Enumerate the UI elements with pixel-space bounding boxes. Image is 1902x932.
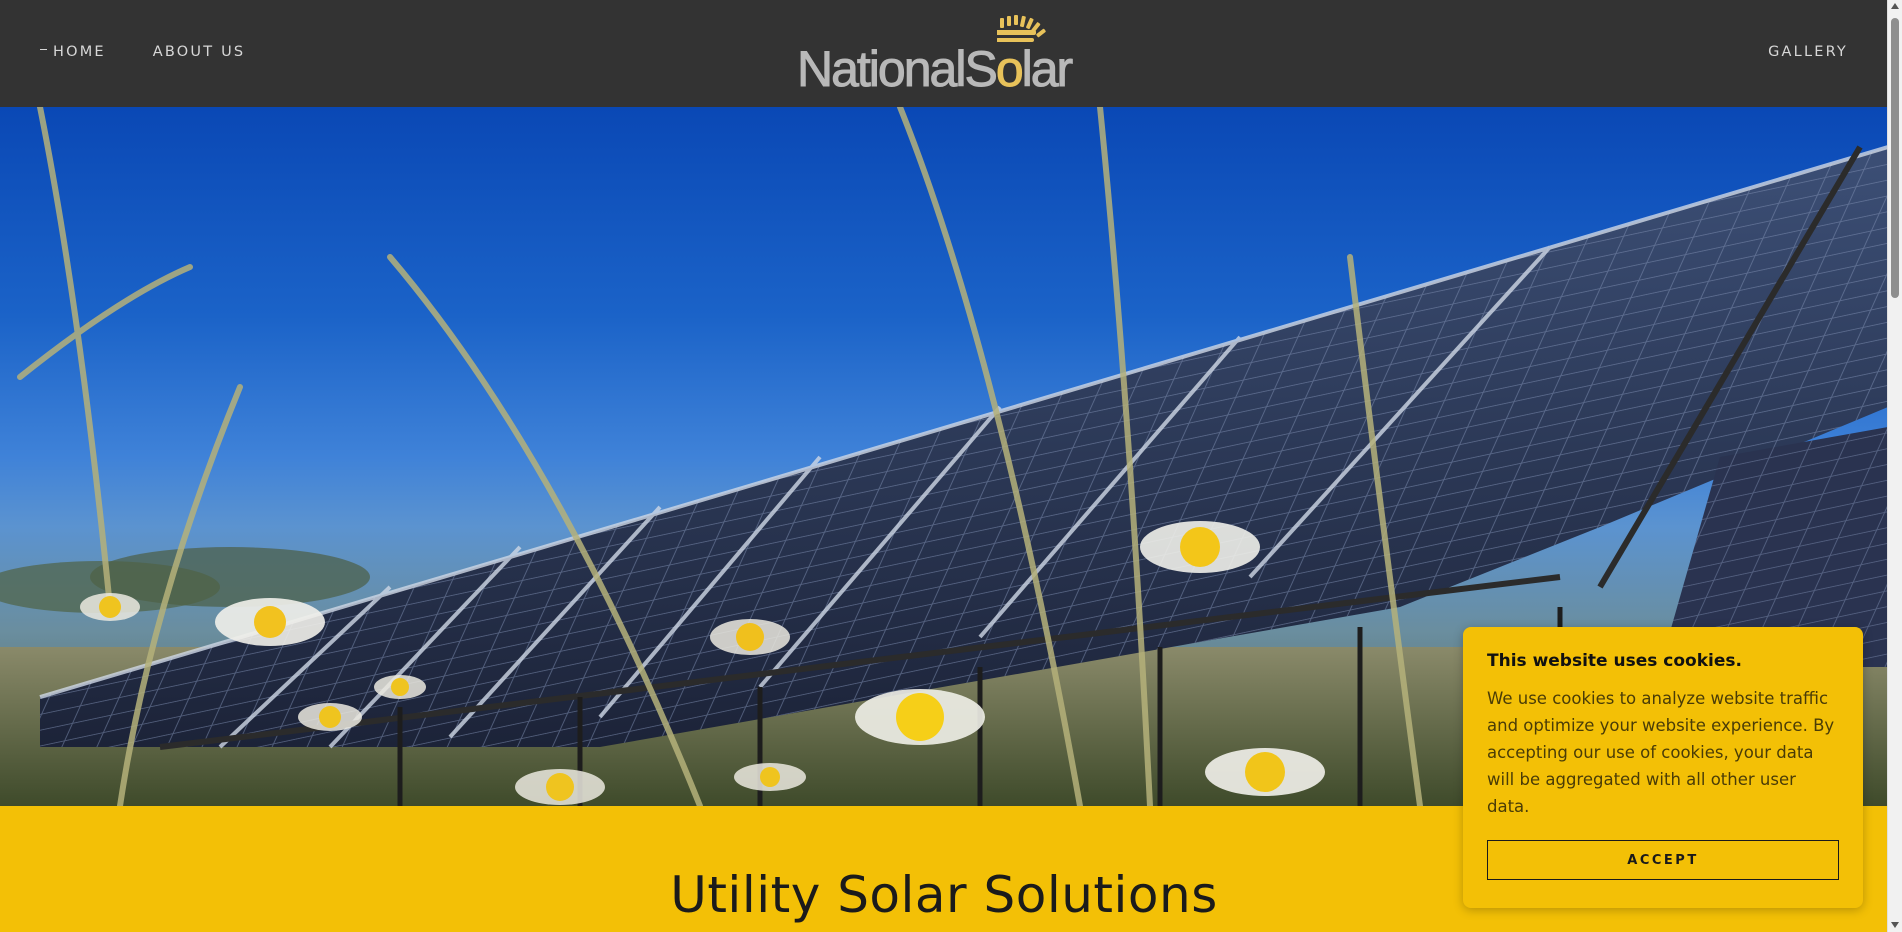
nav-right: GALLERY bbox=[1768, 44, 1848, 60]
nav-home-link[interactable]: HOME bbox=[40, 44, 106, 60]
scroll-down-icon[interactable] bbox=[1891, 922, 1899, 928]
page-scrollbar[interactable] bbox=[1887, 0, 1902, 932]
cookie-body: We use cookies to analyze website traffi… bbox=[1487, 689, 1835, 816]
nav-gallery-link[interactable]: GALLERY bbox=[1768, 44, 1848, 60]
national-solar-logo[interactable]: NationalSolar bbox=[796, 14, 1089, 97]
nav-home-label: HOME bbox=[53, 44, 106, 60]
nav-about-link[interactable]: ABOUT US bbox=[153, 44, 246, 60]
scroll-up-icon[interactable] bbox=[1891, 3, 1899, 9]
logo-wordmark: NationalSolar bbox=[796, 41, 1073, 97]
cookie-title: This website uses cookies. bbox=[1487, 651, 1742, 671]
cookie-banner: This website uses cookies. We use cookie… bbox=[1463, 627, 1863, 908]
active-indicator bbox=[40, 48, 47, 50]
nav-left: HOME ABOUT US bbox=[40, 44, 245, 60]
scroll-thumb[interactable] bbox=[1891, 18, 1899, 298]
site-header: HOME ABOUT US NationalSolar GALLERY bbox=[0, 0, 1888, 107]
accept-cookies-button[interactable]: ACCEPT bbox=[1487, 840, 1839, 880]
